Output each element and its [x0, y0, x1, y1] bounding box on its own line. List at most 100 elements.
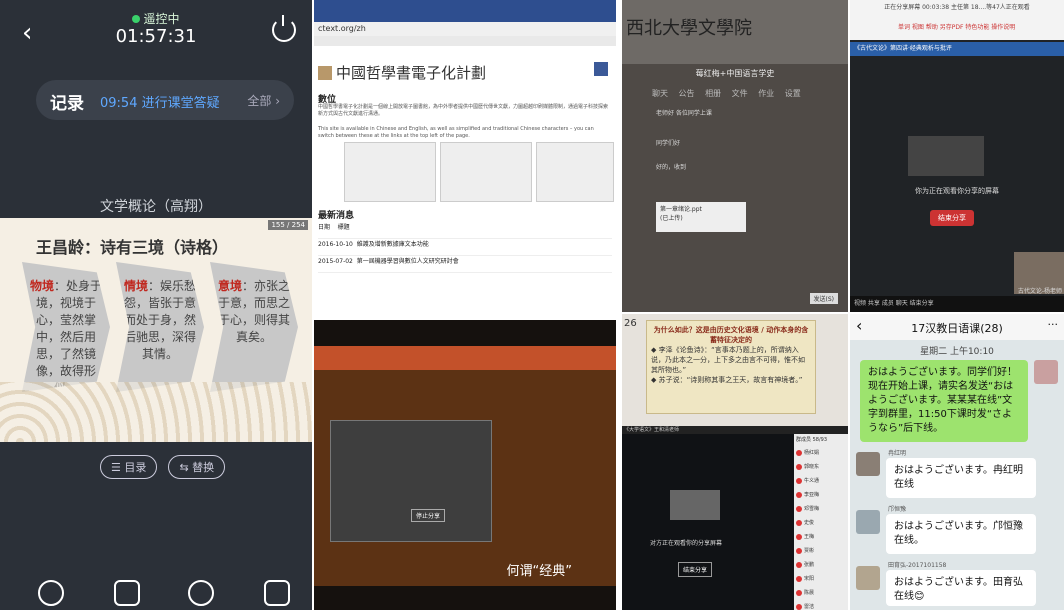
power-icon[interactable]	[272, 15, 296, 42]
user-icon[interactable]	[188, 580, 214, 606]
list-item[interactable]: 张鹏	[794, 558, 848, 572]
list-item[interactable]: 贾彬	[794, 544, 848, 558]
session-timer: 01:57:31	[115, 26, 197, 47]
phone-remote-panel: ‹ 遥控中 01:57:31 记录 09:54 进行课堂答疑 全部 › 文学概论…	[0, 0, 312, 610]
avatar[interactable]	[856, 452, 880, 476]
chat-client-panel: 西北大學文學院 莓红梅+中国语言学史 聊天 公告 相册 文件 作业 设置 老师好…	[622, 0, 848, 312]
slide-preview[interactable]: 155 / 254 王昌龄：诗有三境（诗格） 物境：处身于境，视境于心，莹然掌中…	[0, 218, 312, 442]
list-item[interactable]: 牛义通	[794, 474, 848, 488]
block-key: 意境	[217, 279, 242, 293]
col-title: 標題	[337, 224, 350, 231]
avatar[interactable]	[856, 566, 880, 590]
member-list-header: 群成员 58/93	[796, 437, 827, 443]
list-item[interactable]: 陈晨	[794, 586, 848, 600]
meeting-toolbar[interactable]: 视频 共享 成员 聊天 结束分享	[850, 296, 1064, 312]
slide-block-3: 意境：亦张之于意，而思之于心，则得其真矣。	[210, 262, 298, 392]
address-bar[interactable]: ctext.org/zh	[314, 22, 616, 36]
group-name: 莓红梅+中国语言学史	[695, 69, 775, 78]
list-item[interactable]: 宋阳	[794, 572, 848, 586]
col-date: 日期	[318, 224, 331, 231]
control-status: 遥控中	[0, 10, 312, 27]
reply-message[interactable]: おはようございます。冉红明在线	[886, 458, 1036, 498]
chat-window: 莓红梅+中国语言学史 聊天 公告 相册 文件 作业 设置 老师好 各位同学上课 …	[622, 64, 848, 312]
send-button[interactable]: 发送(S)	[809, 293, 838, 304]
record-all-link[interactable]: 全部 ›	[247, 92, 280, 109]
chat-message: 好的，收到	[656, 164, 687, 171]
reply-message[interactable]: おはようございます。邝恒豫在线。	[886, 514, 1036, 554]
text-image[interactable]	[536, 142, 614, 202]
tab-homework[interactable]: 作业	[758, 89, 774, 98]
news-date: 2015-07-02	[318, 258, 353, 265]
table-row[interactable]: 2016-10-10 維護及增新數據庫文本功能	[318, 239, 612, 256]
list-item[interactable]: 李亚梅	[794, 488, 848, 502]
news-table: 日期 標題 2016-10-10 維護及增新數據庫文本功能 2015-07-02…	[318, 222, 612, 273]
share-thumbnail	[670, 490, 720, 520]
browser-tabs[interactable]	[314, 0, 616, 22]
member-list: 群成员 58/93 杨红娟 郭晓东 牛义通 李亚梅 邓雪梅 史俊 王梅 贾彬 张…	[794, 434, 848, 610]
location-icon[interactable]	[38, 580, 64, 606]
ppt-canvas: 停止分享 何谓“经典”	[314, 370, 616, 586]
tab-files[interactable]: 文件	[732, 89, 748, 98]
list-item[interactable]: 邓雪梅	[794, 502, 848, 516]
chat-tabs: 聊天 公告 相册 文件 作业 设置	[652, 88, 801, 99]
share-dialog: 停止分享	[330, 420, 492, 542]
block-text: ：处身于境，视境于心，莹然掌中，然后用思，了然镜像，故得形似。	[35, 279, 103, 392]
breadcrumb[interactable]: 《古代文论》第四讲·经典观析与批评	[850, 42, 1064, 56]
ppt-ribbon[interactable]	[314, 346, 616, 370]
network-image[interactable]	[344, 142, 436, 202]
avatar[interactable]	[1034, 360, 1058, 384]
list-item[interactable]: 雷洁	[794, 600, 848, 610]
list-item[interactable]: 杨红娟	[794, 446, 848, 460]
news-text[interactable]: 第一屆機器學習與數位人文研究研討會	[357, 258, 459, 265]
record-bar[interactable]: 记录 09:54 进行课堂答疑 全部 ›	[36, 80, 294, 120]
site-title[interactable]: 中國哲學書電子化計劃	[336, 64, 486, 82]
chat-header: ‹ 17汉教日语课(28) ···	[850, 314, 1064, 340]
status-text: 遥控中	[143, 12, 180, 26]
status-dot-icon	[132, 15, 141, 23]
file-attachment[interactable]: 第一章绪论.ppt (已上传)	[656, 202, 746, 232]
ppt-slide[interactable]: 为什么如此？这是由历史文化语境 / 动作本身的含蓄特征决定的 ◆ 李泽《论鱼诗》…	[646, 320, 816, 414]
news-text[interactable]: 維護及增新數據庫文本功能	[357, 241, 429, 248]
calendar-icon[interactable]	[264, 580, 290, 606]
contents-button[interactable]: ☰ 目录	[100, 455, 158, 479]
list-item[interactable]: 郭晓东	[794, 460, 848, 474]
page-indicator: 155 / 254	[268, 220, 308, 230]
window-title: 《大学语文》王和清老师	[622, 426, 848, 434]
replace-button[interactable]: ⇆ 替换	[168, 455, 226, 479]
wechat-panel: ‹ 17汉教日语课(28) ··· 星期二 上午10:10 おはようございます。…	[850, 314, 1064, 610]
section-news: 最新消息	[318, 211, 355, 221]
slide-actions: ☰ 目录 ⇆ 替换	[100, 455, 231, 479]
tab-chat[interactable]: 聊天	[652, 89, 668, 98]
university-logo: 西北大學文學院	[626, 18, 752, 39]
monitor-screen: 对方正在观看你的分享屏幕 结束分享	[622, 434, 794, 610]
woodcut-image[interactable]	[440, 142, 532, 202]
site-header: 中國哲學書電子化計劃	[314, 62, 616, 83]
course-title: 文学概论（高翔）	[100, 199, 212, 215]
browser-panel: ctext.org/zh 中國哲學書電子化計劃 數位 中國哲學書電子化計劃是一個…	[314, 0, 616, 318]
avatar[interactable]	[856, 510, 880, 534]
slide-point: ◆ 苏子说：“诗则称其事之王天，故言有神境者。”	[651, 376, 803, 384]
menu-strip[interactable]: 单词 视图 帮助 另存PDF 特色功能 操作说明	[898, 22, 1015, 31]
table-row[interactable]: 2015-07-02 第一屆機器學習與數位人文研究研討會	[318, 256, 612, 273]
slide-decoration	[0, 382, 312, 442]
projected-screen: 停止分享 何谓“经典”	[314, 346, 616, 586]
tab-settings[interactable]: 设置	[785, 89, 801, 98]
list-item[interactable]: 王梅	[794, 530, 848, 544]
list-item[interactable]: 史俊	[794, 516, 848, 530]
tab-album[interactable]: 相册	[705, 89, 721, 98]
slide-caption: 何谓“经典”	[506, 564, 572, 579]
end-share-button[interactable]: 结束分享	[678, 562, 713, 577]
teacher-message[interactable]: おはようございます。同学们好！现在开始上课，请实名发送“おはようございます。某某…	[860, 360, 1028, 442]
intro-text: 中國哲學書電子化計劃是一個線上開放電子圖書館，為中外學者提供中國歷代傳世文獻，力…	[318, 104, 609, 117]
share-topbar: 正在分享屏幕 00:03:38 主任第 18....等47人正在观看 单词 视图…	[850, 0, 1064, 40]
end-share-button[interactable]: 结束分享	[930, 210, 974, 226]
facebook-icon[interactable]	[594, 62, 608, 76]
more-icon[interactable]: ···	[1048, 318, 1059, 331]
message-time: 星期二 上午10:10	[920, 347, 994, 357]
sender-name: 田育弘-2017101158	[888, 562, 947, 569]
reply-message[interactable]: おはようございます。田育弘在线😊	[886, 570, 1036, 606]
tab-notice[interactable]: 公告	[679, 89, 695, 98]
stop-share-button[interactable]: 停止分享	[411, 509, 446, 522]
bookmarks-bar[interactable]	[314, 36, 616, 46]
edit-icon[interactable]	[114, 580, 140, 606]
